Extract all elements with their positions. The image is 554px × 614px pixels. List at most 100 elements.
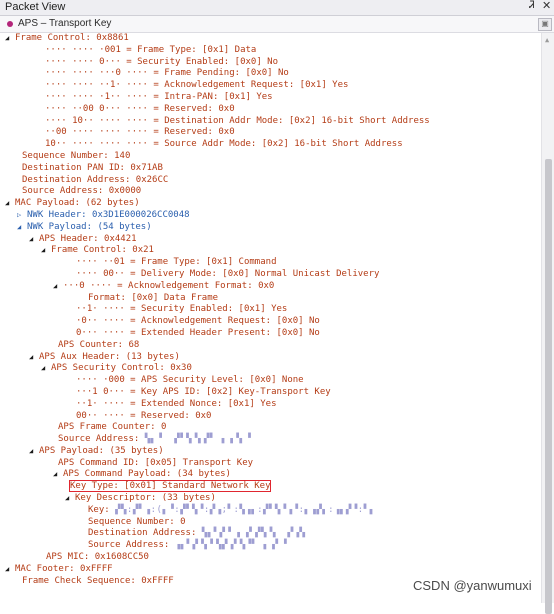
tree-row[interactable]: ◢ Frame Control: 0x8861 [0,33,540,45]
tree-row[interactable]: ◢ Key Descriptor: (33 bytes) [0,493,540,505]
scrollbar-thumb[interactable] [545,159,552,614]
tree-row-text: ···· ···· 0··· = Security Enabled: [0x0]… [45,56,278,67]
tree-row[interactable]: ···· ·000 = APS Security Level: [0x0] No… [0,375,540,387]
tree-row-text: Frame Check Sequence: 0xFFFF [22,575,174,586]
tree-row-text: APS MIC: 0x1608CC50 [46,552,149,563]
tree-row-text: 0··· ···· = Extended Header Present: [0x… [76,327,320,338]
tree-row[interactable]: ···· ···· ···0 ···· = Frame Pending: [0x… [0,68,540,80]
tree-row-text: MAC Payload: (62 bytes) [15,198,140,209]
collapse-arrow-icon[interactable]: ◢ [41,363,51,375]
redacted-value: ▚▖▘▞▝ ▖▗▘▞▚▝▖ ▗▘▞▖ [201,528,309,539]
tree-row[interactable]: ···· ···· ·001 = Frame Type: [0x1] Data [0,45,540,57]
tree-row-text: ···· ···· ·1·· ···· = Intra-PAN: [0x1] Y… [45,91,273,102]
tree-row[interactable]: ···· 00·· = Delivery Mode: [0x0] Normal … [0,269,540,281]
tree-row[interactable]: ◢ MAC Footer: 0xFFFF [0,564,540,576]
packet-tab-label[interactable]: APS – Transport Key [18,18,111,29]
scroll-up-icon[interactable]: ▲ [545,36,549,44]
tree-row[interactable]: ···· ···· ··1· ···· = Acknowledgement Re… [0,80,540,92]
tree-row[interactable]: Key Type: [0x01] Standard Network Key [0,480,540,493]
tree-row[interactable]: APS Frame Counter: 0 [0,422,540,434]
collapse-arrow-icon[interactable]: ◢ [5,564,15,576]
tree-row[interactable]: ··1· ···· = Extended Nonce: [0x1] Yes [0,399,540,411]
tree-row[interactable]: 00·· ···· = Reserved: 0x0 [0,411,540,423]
collapse-arrow-icon[interactable]: ◢ [5,198,15,210]
collapse-arrow-icon[interactable]: ◢ [29,352,39,364]
tree-row[interactable]: ···· 10·· ···· ···· = Destination Addr M… [0,116,540,128]
tree-row-text: APS Command ID: [0x05] Transport Key [58,457,254,468]
tree-row-text: APS Frame Counter: 0 [58,422,167,433]
tree-row[interactable]: Key: ▞▚:▞▘▗:(▖▝:▞▘▚▝:▞▗;▘:▚▗▖:▞▘▚▝▗▝:▖▗▞… [0,505,540,517]
tree-row-text: ··00 ···· ···· ···· = Reserved: 0x0 [45,127,235,138]
collapse-arrow-icon[interactable]: ◢ [53,469,63,481]
lock-icon[interactable]: ▣ [538,18,552,31]
tree-row-text: APS Header: 0x4421 [39,233,137,244]
tree-row[interactable]: Destination Address: ▚▖▘▞▝ ▖▗▘▞▚▝▖ ▗▘▞▖ [0,528,540,540]
watermark: CSDN @yanwumuxi [413,578,532,593]
collapse-arrow-icon[interactable]: ◢ [5,33,15,45]
tree-row-text: ···· ··01 = Frame Type: [0x1] Command [76,257,277,268]
tree-row-text: Source Address: 0x0000 [22,186,142,197]
tree-row-text: NWK Payload: (54 bytes) [27,221,152,232]
tree-row[interactable]: ··00 ···· ···· ···· = Reserved: 0x0 [0,127,540,139]
tree-row[interactable]: ◢ APS Aux Header: (13 bytes) [0,352,540,364]
tree-row-text: Key Descriptor: (33 bytes) [75,493,216,504]
tree-row[interactable]: Source Address: ▗▖▘▞▝▖▘▚▞▗▘▚▝▘ ▖▗▘▝ [0,540,540,552]
tree-row-text: Sequence Number: 0 [88,516,186,527]
tree-row[interactable]: ◢ Frame Control: 0x21 [0,245,540,257]
tree-row[interactable]: ◢ APS Payload: (35 bytes) [0,446,540,458]
tree-row[interactable]: 0··· ···· = Extended Header Present: [0x… [0,328,540,340]
tree-row[interactable]: APS Command ID: [0x05] Transport Key [0,458,540,470]
tree-row-text: Destination Address: [88,528,202,539]
collapse-arrow-icon[interactable]: ◢ [29,446,39,458]
tree-row-text: ···· ···· ·001 = Frame Type: [0x1] Data [45,44,257,55]
tree-row[interactable]: Sequence Number: 140 [0,151,540,163]
collapse-arrow-icon[interactable]: ◢ [65,493,75,505]
tree-row-text: Destination Address: 0x26CC [22,174,169,185]
tree-row[interactable]: ···· ···· 0··· = Security Enabled: [0x0]… [0,57,540,69]
tree-row[interactable]: ◢ APS Command Payload: (34 bytes) [0,469,540,481]
tree-row[interactable]: ◢ MAC Payload: (62 bytes) [0,198,540,210]
tree-row[interactable]: ·0·· ···· = Acknowledgement Request: [0x… [0,316,540,328]
tree-row[interactable]: 10·· ···· ···· ···· = Source Addr Mode: … [0,139,540,151]
redacted-value: ▞▚:▞▘▗:(▖▝:▞▘▚▝:▞▗;▘:▚▗▖:▞▘▚▝▗▝:▖▗▞▖:▗▖▞… [115,504,376,515]
tree-row[interactable]: ···· ···· ·1·· ···· = Intra-PAN: [0x1] Y… [0,92,540,104]
expand-arrow-icon[interactable]: ▷ [17,210,27,222]
tree-row[interactable]: ··1· ···· = Security Enabled: [0x1] Yes [0,304,540,316]
tree-row[interactable]: ▷ NWK Header: 0x3D1E000026CC0048 [0,210,540,222]
tree-row[interactable]: APS MIC: 0x1608CC50 [0,552,540,564]
tree-row[interactable]: ···1 0··· = Key APS ID: [0x2] Key-Transp… [0,387,540,399]
tree-row[interactable]: ◢ APS Header: 0x4421 [0,234,540,246]
tree-row-text: APS Security Control: 0x30 [51,363,192,374]
tree-row[interactable]: Source Address: ▚▖▝ ▞▘▚▝▖▞▘ ▖▗▝▖▝ [0,434,540,446]
close-icon[interactable]: ✕ [542,0,551,12]
tree-row[interactable]: Sequence Number: 0 [0,517,540,529]
tree-row[interactable]: ◢ NWK Payload: (54 bytes) [0,222,540,234]
tree-row-text: Source Address: [88,540,175,551]
collapse-arrow-icon[interactable]: ◢ [41,245,51,257]
tree-row[interactable]: Source Address: 0x0000 [0,186,540,198]
tree-row-text: Frame Control: 0x21 [51,245,154,256]
tree-row[interactable]: Format: [0x0] Data Frame [0,293,540,305]
tree-row[interactable]: Destination Address: 0x26CC [0,175,540,187]
tree-row-text: ···· 00·· = Delivery Mode: [0x0] Normal … [76,268,380,279]
tree-row-text: ···1 0··· = Key APS ID: [0x2] Key-Transp… [76,386,331,397]
tree-row-text: APS Aux Header: (13 bytes) [39,351,180,362]
tree-row[interactable]: ···· ··00 0··· ···· = Reserved: 0x0 [0,104,540,116]
tree-row[interactable]: ◢ ···0 ···· = Acknowledgement Format: 0x0 [0,281,540,293]
collapse-arrow-icon[interactable]: ◢ [53,281,63,293]
tree-row-text: 10·· ···· ···· ···· = Source Addr Mode: … [45,139,403,150]
tree-row[interactable]: Destination PAN ID: 0x71AB [0,163,540,175]
tree-row-text: ···0 ···· = Acknowledgement Format: 0x0 [63,280,275,291]
packet-type-dot-icon [7,21,13,27]
tree-row[interactable]: ◢ APS Security Control: 0x30 [0,363,540,375]
vertical-scrollbar[interactable]: ▲ [541,33,554,614]
tree-row-text: ··1· ···· = Extended Nonce: [0x1] Yes [76,398,277,409]
tree-row-text: ·0·· ···· = Acknowledgement Request: [0x… [76,316,320,327]
tree-row-text: ···· ···· ···0 ···· = Frame Pending: [0x… [45,68,289,79]
pin-icon[interactable]: Ꮨ [529,0,535,11]
tree-row[interactable]: APS Counter: 68 [0,340,540,352]
tree-row[interactable]: ···· ··01 = Frame Type: [0x1] Command [0,257,540,269]
tree-row-text: Key: [88,504,116,515]
collapse-arrow-icon[interactable]: ◢ [17,222,27,234]
collapse-arrow-icon[interactable]: ◢ [29,234,39,246]
